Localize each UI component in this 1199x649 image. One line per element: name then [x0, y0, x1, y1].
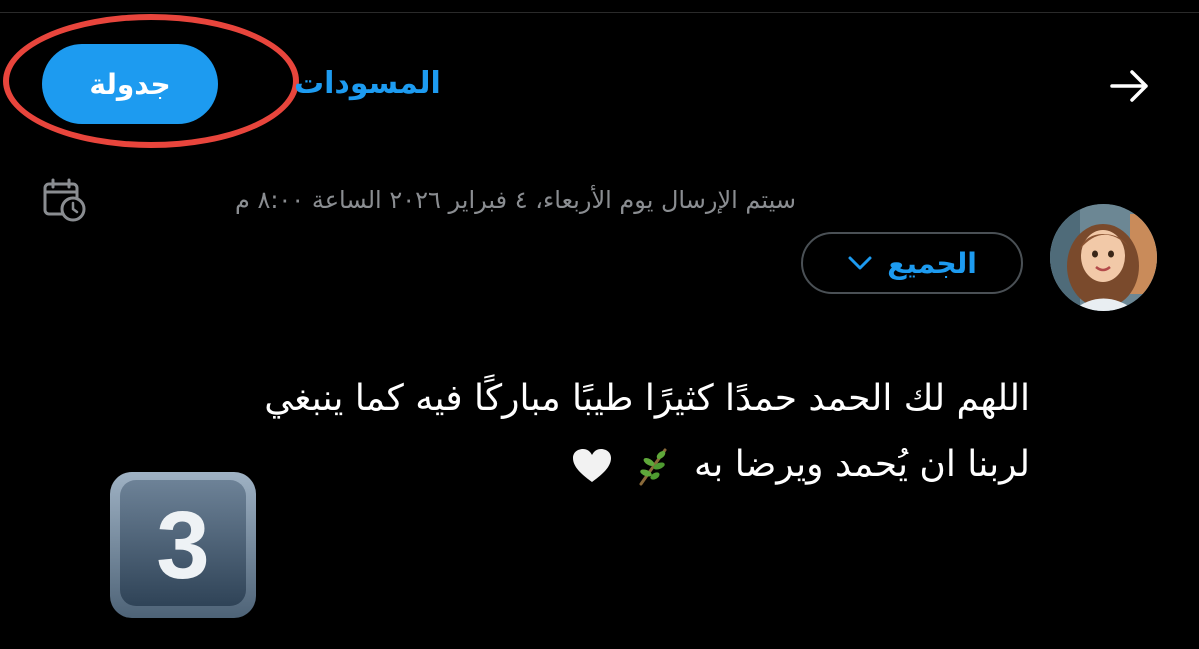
- audience-label: الجميع: [887, 246, 977, 280]
- tweet-line-1: اللهم لك الحمد حمدًا كثيرًا طيبًا مباركً…: [264, 378, 1030, 419]
- schedule-button[interactable]: جدولة: [42, 44, 218, 124]
- audience-selector[interactable]: الجميع: [801, 232, 1023, 294]
- white-heart-icon: [573, 449, 612, 482]
- tweet-line-2-text: لربنا ان يُحمد ويرضا به: [694, 444, 1030, 485]
- top-divider: [0, 12, 1199, 13]
- avatar[interactable]: [1050, 204, 1157, 311]
- drafts-link[interactable]: المسودات: [294, 60, 441, 108]
- calendar-clock-icon[interactable]: [42, 178, 88, 222]
- keycap-three-icon: 3: [108, 470, 258, 620]
- herb-icon: [639, 448, 667, 486]
- schedule-info-text[interactable]: سيتم الإرسال يوم الأربعاء، ٤ فبراير ٢٠٢٦…: [96, 180, 796, 220]
- keycap-digit: 3: [156, 492, 209, 599]
- chevron-down-icon: [848, 256, 872, 270]
- schedule-button-label: جدولة: [89, 67, 171, 101]
- avatar-image: [1050, 204, 1157, 311]
- arrow-right-icon[interactable]: [1108, 64, 1152, 108]
- compose-screen: جدولة المسودات سيتم الإرسال يوم الأربعاء…: [0, 0, 1199, 649]
